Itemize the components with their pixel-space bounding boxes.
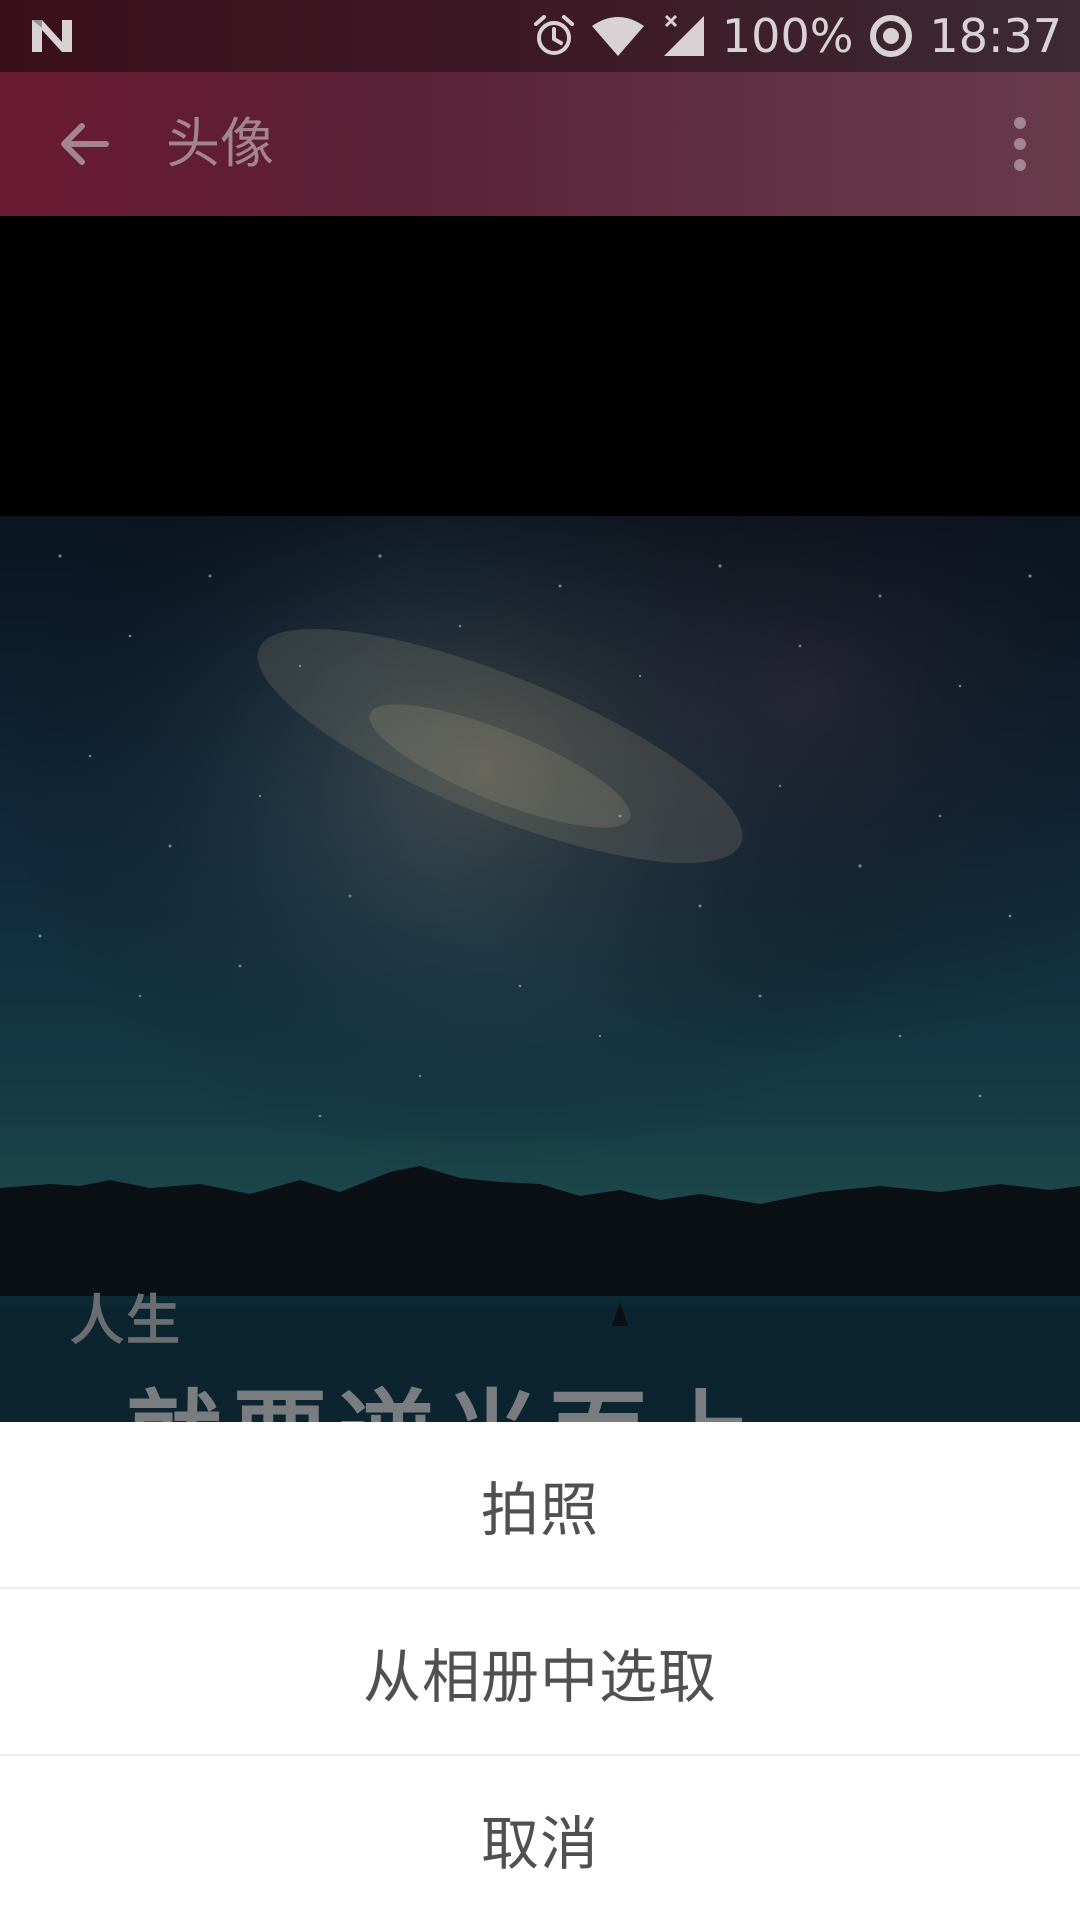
app-bar: 头像 <box>0 72 1080 216</box>
image-letterbox <box>0 216 1080 516</box>
bottom-sheet: 拍照 从相册中选取 取消 <box>0 1422 1080 1920</box>
screen: 100% 18:37 头像 人生 拍照 从相册中选取 取消 <box>0 0 1080 1920</box>
choose-from-album-option[interactable]: 从相册中选取 <box>0 1589 1080 1754</box>
arrow-back-icon <box>61 123 109 165</box>
avatar-image: 人生 就要逆光而上 <box>0 516 1080 1422</box>
status-bar: 100% 18:37 <box>0 0 1080 72</box>
wifi-icon <box>591 17 644 56</box>
alarm-icon <box>533 15 574 55</box>
more-options-button[interactable] <box>990 108 1050 180</box>
battery-percentage: 100% <box>721 9 854 63</box>
android-n-icon <box>32 20 72 52</box>
signal-icon <box>663 14 704 56</box>
take-photo-option[interactable]: 拍照 <box>0 1422 1080 1587</box>
more-vert-icon <box>1014 117 1026 171</box>
image-caption-large: 就要逆光而上 <box>126 1358 762 1422</box>
image-caption-small: 人生 <box>70 1289 182 1352</box>
back-button[interactable] <box>36 108 132 180</box>
cancel-option[interactable]: 取消 <box>0 1756 1080 1920</box>
status-icons: 100% 18:37 <box>532 0 1062 72</box>
page-title: 头像 <box>166 112 274 175</box>
status-clock: 18:37 <box>929 9 1062 63</box>
data-saver-icon <box>870 15 913 57</box>
